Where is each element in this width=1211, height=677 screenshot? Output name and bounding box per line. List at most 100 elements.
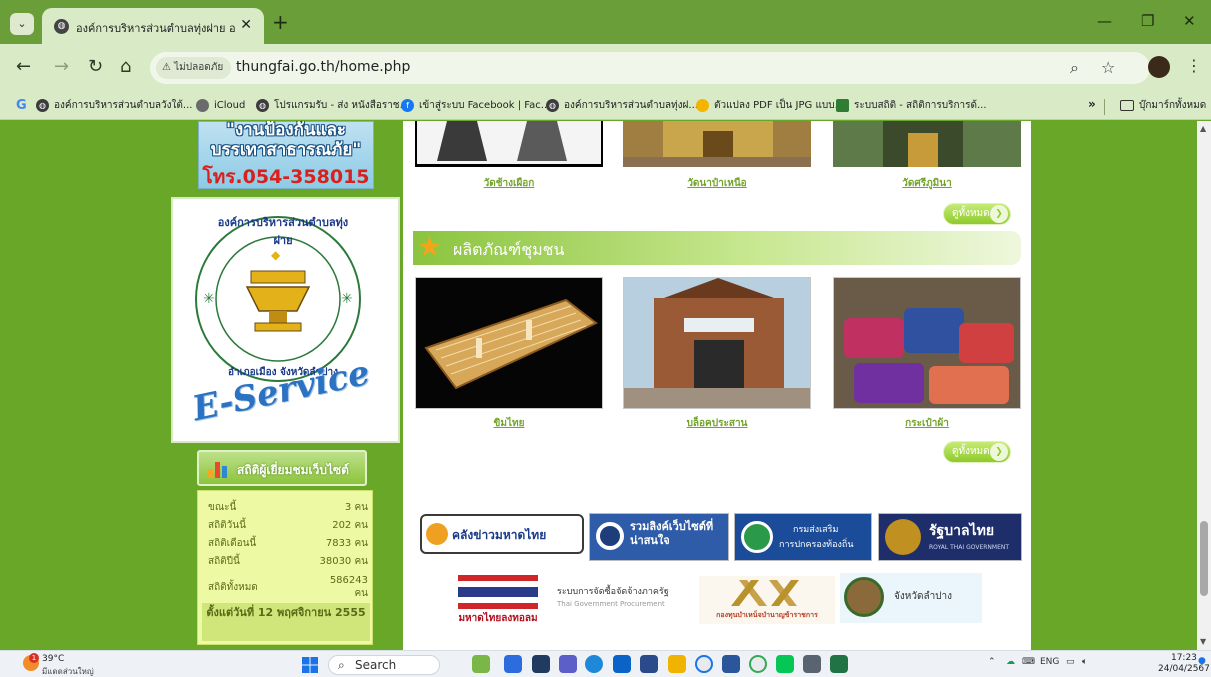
network-icon[interactable]: ▭ bbox=[1066, 657, 1075, 667]
google-icon[interactable]: G bbox=[16, 97, 27, 115]
product-image[interactable] bbox=[833, 277, 1021, 409]
widgets-icon[interactable] bbox=[472, 655, 490, 673]
product-image[interactable] bbox=[415, 277, 603, 409]
task-view-icon[interactable] bbox=[532, 655, 550, 673]
copilot-icon[interactable] bbox=[504, 655, 522, 673]
temple-image[interactable] bbox=[623, 121, 811, 167]
close-window-button[interactable]: ✕ bbox=[1183, 12, 1196, 30]
svg-text:✳: ✳ bbox=[203, 291, 215, 307]
bookmark-star-icon[interactable]: ☆ bbox=[1101, 58, 1115, 77]
scrollbar-thumb[interactable] bbox=[1200, 521, 1208, 596]
restore-button[interactable]: ❐ bbox=[1141, 12, 1154, 30]
globe-icon: ◍ bbox=[54, 19, 69, 34]
home-button[interactable]: ⌂ bbox=[120, 57, 131, 77]
globe-icon: ◍ bbox=[36, 98, 49, 112]
security-chip[interactable]: ⚠ ไม่ปลอดภัย bbox=[156, 57, 232, 79]
lampang-province-banner[interactable]: จังหวัดลำปาง bbox=[840, 573, 982, 623]
bags-photo bbox=[834, 278, 1020, 408]
weather-temp: 39°C bbox=[42, 654, 65, 664]
tab-title: องค์การบริหารส่วนตำบลทุ่งฝาย อ.เมืองลำปา… bbox=[76, 22, 236, 35]
excel-icon[interactable] bbox=[830, 655, 848, 673]
dulcimer-photo bbox=[416, 278, 602, 408]
temple-image[interactable] bbox=[415, 121, 603, 167]
line-icon[interactable] bbox=[776, 655, 794, 673]
notification-bell-icon[interactable]: ● bbox=[1198, 656, 1206, 666]
bookmark-item[interactable]: iCloud bbox=[196, 97, 245, 115]
bookmark-item[interactable]: f เข้าสู่ระบบ Facebook | Fac... bbox=[401, 97, 550, 115]
moi-news-banner[interactable]: คลังข่าวมหาดไทย bbox=[420, 514, 584, 554]
taskbar-search[interactable]: ⌕ Search bbox=[328, 655, 440, 675]
disaster-hotline-banner[interactable]: "งานป้องกันและบรรเทาสาธารณภัย" โทร.054-3… bbox=[198, 121, 374, 189]
bookmark-item[interactable]: ◍ องค์การบริหารส่วนตำบลทุ่งฝ... bbox=[546, 97, 698, 115]
bookmark-item[interactable]: ◍ องค์การบริหารส่วนตำบลวังใต้... bbox=[36, 97, 192, 115]
tab-search-button[interactable]: ⌄ bbox=[10, 13, 34, 35]
chevron-right-icon: ❯ bbox=[990, 443, 1008, 461]
windows-start-icon[interactable] bbox=[302, 657, 318, 673]
store-icon[interactable] bbox=[640, 655, 658, 673]
bookmarks-divider bbox=[1104, 99, 1105, 115]
volume-icon[interactable]: 🔈︎ bbox=[1082, 657, 1087, 667]
chrome-icon[interactable] bbox=[695, 655, 713, 673]
edge-icon[interactable] bbox=[585, 655, 603, 673]
search-icon bbox=[596, 522, 624, 550]
product-link[interactable]: กระเป๋าผ้า bbox=[833, 416, 1021, 431]
temple-photo bbox=[833, 121, 1021, 167]
facebook-icon: f bbox=[401, 98, 414, 112]
moi-lottery-banner[interactable]: มหาดไทยลงทอลม bbox=[448, 573, 548, 625]
language-indicator[interactable]: ENG bbox=[1040, 657, 1059, 667]
moi-logo-icon bbox=[426, 523, 448, 545]
seal-text: องค์การบริหารส่วนตำบลทุ่งฝาย bbox=[217, 216, 349, 247]
extension-icon[interactable] bbox=[1148, 56, 1170, 78]
app-icon[interactable] bbox=[803, 655, 821, 673]
product-link[interactable]: ขิมไทย bbox=[415, 416, 603, 431]
bookmark-item[interactable]: ตัวแปลง PDF เป็น JPG แบบ... bbox=[696, 97, 844, 115]
lampang-seal-icon bbox=[844, 577, 884, 617]
word-icon[interactable] bbox=[722, 655, 740, 673]
new-tab-button[interactable]: + bbox=[272, 12, 289, 32]
minimize-button[interactable]: — bbox=[1097, 12, 1112, 30]
section-title: ผลิตภัณฑ์ชุมชน bbox=[453, 240, 565, 259]
close-icon[interactable]: ✕ bbox=[240, 17, 252, 33]
product-image[interactable] bbox=[623, 277, 811, 409]
keyboard-icon[interactable]: ⌨ bbox=[1022, 657, 1035, 667]
back-button[interactable]: ← bbox=[16, 57, 31, 77]
teams-icon[interactable] bbox=[559, 655, 577, 673]
tab-active[interactable]: ◍ องค์การบริหารส่วนตำบลทุ่งฝาย อ.เมืองลำ… bbox=[42, 8, 264, 44]
links-banner[interactable]: รวมลิงค์เว็บไซต์ที่น่าสนใจ bbox=[589, 513, 729, 561]
zoom-icon[interactable]: ⌕ bbox=[1070, 58, 1079, 78]
apple-icon bbox=[196, 98, 209, 112]
bookmark-item[interactable]: ◍ โปรแกรมรับ - ส่ง หนังสือราช... bbox=[256, 97, 409, 115]
mail-icon[interactable] bbox=[613, 655, 631, 673]
scroll-down-icon[interactable]: ▼ bbox=[1200, 637, 1206, 646]
dla-banner[interactable]: กรมส่งเสริม การปกครองท้องถิ่น bbox=[734, 513, 872, 561]
hotline-text: "งานป้องกันและบรรเทาสาธารณภัย" bbox=[210, 121, 362, 160]
menu-icon[interactable]: ⋮ bbox=[1186, 56, 1202, 75]
onedrive-icon[interactable]: ☁ bbox=[1006, 657, 1015, 667]
forward-button[interactable]: → bbox=[54, 57, 69, 77]
temple-link[interactable]: วัดนาป๋าเหนือ bbox=[623, 176, 811, 191]
chevron-up-icon[interactable]: ⌃ bbox=[988, 657, 996, 667]
egp-banner[interactable]: ระบบการจัดซื้อจัดจ้างภาครัฐ Thai Governm… bbox=[553, 578, 691, 622]
see-all-products-button[interactable]: ดูทั้งหมด ❯ bbox=[943, 441, 1011, 463]
thai-gov-banner[interactable]: รัฐบาลไทย ROYAL THAI GOVERNMENT bbox=[878, 513, 1022, 561]
temple-link[interactable]: วัดช้างเผือก bbox=[415, 176, 603, 191]
see-all-temples-button[interactable]: ดูทั้งหมด ❯ bbox=[943, 203, 1011, 225]
bookmark-item[interactable]: ระบบสถิติ - สถิติการบริการด้... bbox=[836, 97, 987, 115]
all-bookmarks-button[interactable]: บุ๊กมาร์กทั้งหมด bbox=[1120, 97, 1206, 115]
svg-text:✳: ✳ bbox=[341, 291, 353, 307]
file-explorer-icon[interactable] bbox=[668, 655, 686, 673]
eservice-banner[interactable]: ✳ ✳ ◆ องค์การบริหารส่วนตำบลทุ่งฝาย อำเภอ… bbox=[171, 197, 400, 443]
reload-button[interactable]: ↻ bbox=[88, 57, 103, 77]
address-bar[interactable]: ⚠ ไม่ปลอดภัย thungfai.go.th/home.php ⌕ ☆ bbox=[150, 52, 1150, 84]
pension-fund-banner[interactable]: กองทุนบำเหน็จบำนาญข้าราชการ bbox=[699, 576, 835, 624]
pension-logo-icon bbox=[731, 580, 799, 606]
product-link[interactable]: บล็อคประสาน bbox=[623, 416, 811, 431]
temple-link[interactable]: วัดศรีภูมินา bbox=[833, 176, 1021, 191]
temple-image[interactable] bbox=[833, 121, 1021, 167]
scroll-up-icon[interactable]: ▲ bbox=[1200, 124, 1206, 133]
more-bookmarks-button[interactable]: » bbox=[1088, 97, 1096, 111]
chrome-profile-icon[interactable] bbox=[749, 655, 767, 673]
dla-logo-icon bbox=[741, 521, 773, 553]
vertical-scrollbar[interactable]: ▲ ▼ bbox=[1197, 121, 1211, 650]
url-text[interactable]: thungfai.go.th/home.php bbox=[236, 59, 410, 75]
